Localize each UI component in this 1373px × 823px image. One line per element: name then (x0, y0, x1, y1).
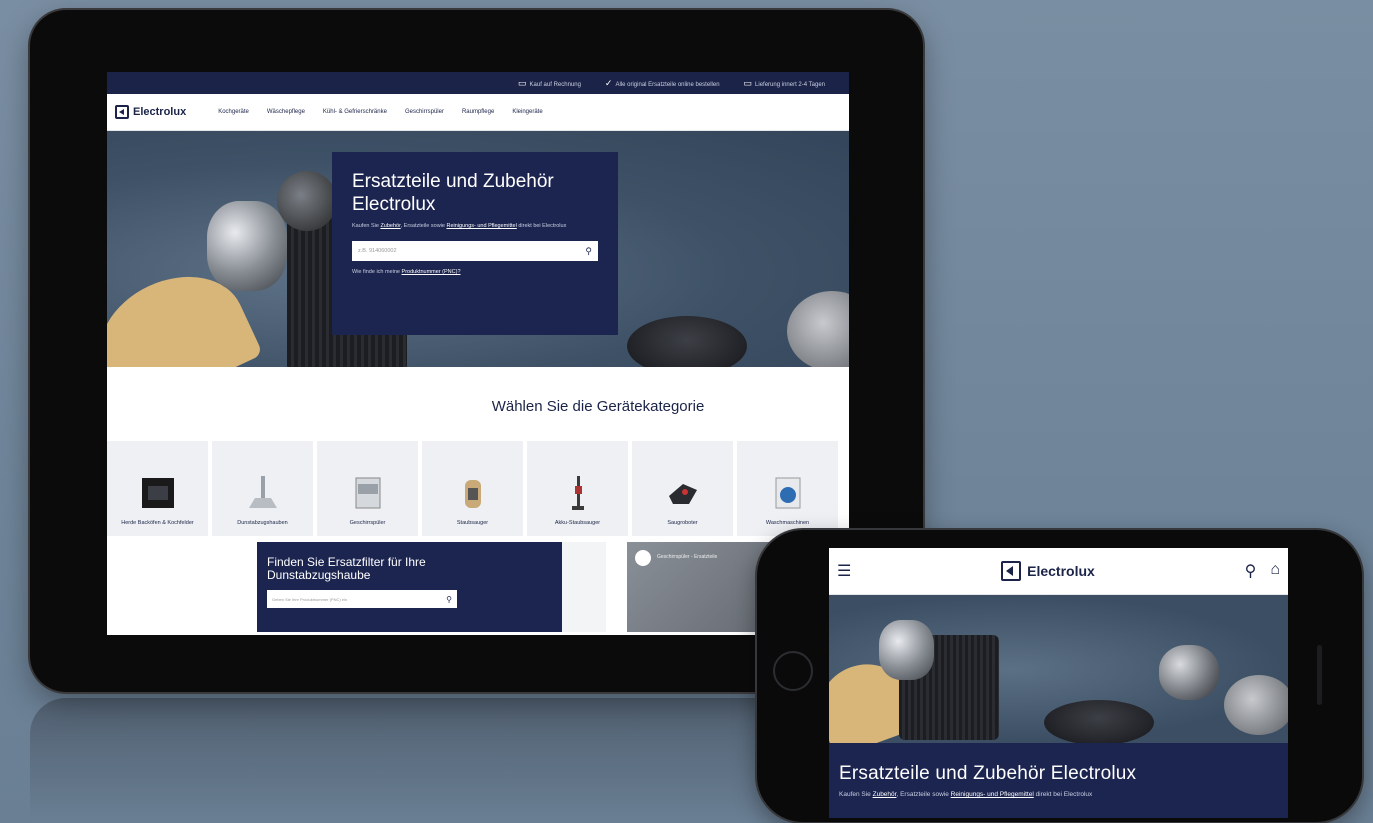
wok-image (787, 291, 849, 367)
electrolux-logo-icon (1001, 561, 1022, 581)
hero-subtitle: Kaufen Sie Zubehör, Ersatzteile sowie Re… (839, 791, 1093, 798)
speaker-grille (1317, 645, 1322, 705)
video-caption: Geschirrspüler - Ersatzteile (657, 554, 718, 560)
category-dunstabzug[interactable]: Dunstabzugshauben (212, 441, 313, 536)
phone-device: ☰ Electrolux ⚲ ⌂ Ersatzteile und Zubehör… (757, 530, 1362, 822)
dishwasher-icon (355, 477, 380, 509)
mobile-hero-image (829, 595, 1288, 743)
mobile-nav: ☰ Electrolux ⚲ ⌂ (829, 548, 1288, 595)
brand-logo[interactable]: Electrolux (115, 105, 186, 119)
mobile-hero-card: Ersatzteile und Zubehör Electrolux Kaufe… (829, 743, 1288, 818)
search-icon[interactable]: ⚲ (585, 246, 592, 257)
electrolux-logo-icon (635, 550, 651, 566)
robot-vacuum-icon (668, 484, 697, 504)
hero-banner: Ersatzteile und Zubehör Electrolux Kaufe… (107, 131, 849, 367)
washing-machine-icon (775, 477, 800, 509)
range-hood-icon (248, 476, 277, 508)
search-icon[interactable]: ⚲ (446, 595, 452, 604)
vacuum-icon (464, 480, 481, 508)
promo-row: Finden Sie Ersatzfilter für Ihre Dunstab… (107, 536, 849, 632)
category-akku-staubsauger[interactable]: Akku-Staubsauger (527, 441, 628, 536)
home-button (773, 651, 813, 691)
usp-delivery: ▭ Lieferung innert 2-4 Tagen (743, 77, 825, 88)
pnc-hint: Wie finde ich meine Produktnummer (PNC)? (352, 269, 461, 275)
link-pnc-help[interactable]: Produktnummer (PNC)? (402, 269, 461, 275)
category-heading: Wählen Sie die Gerätekategorie (491, 398, 705, 415)
pan-image (1044, 700, 1154, 743)
tablet-screen: ▭ Kauf auf Rechnung ✓ Alle original Ersatz… (107, 72, 849, 635)
hero-subtitle: Kaufen Sie Zubehör, Ersatzteile sowie Re… (352, 223, 567, 229)
pot-image (879, 620, 934, 680)
link-reinigungsmittel[interactable]: Reinigungs- und Pflegemittel (446, 223, 516, 229)
brand-logo[interactable]: Electrolux (1001, 561, 1095, 581)
pot-lid-image (277, 171, 337, 231)
pot-image (207, 201, 287, 291)
basket-icon[interactable]: ⌂ (1270, 561, 1280, 581)
hero-card: Ersatzteile und Zubehör Electrolux Kaufe… (332, 152, 618, 335)
nav-item-geschirrspueler[interactable]: Geschirrspüler (405, 109, 444, 115)
category-herde[interactable]: Herde Backöfen & Kochfelder (107, 441, 208, 536)
nav-item-kuehlschraenke[interactable]: Kühl- & Gefrierschränke (323, 109, 387, 115)
oven-icon (141, 478, 174, 508)
hero-title: Ersatzteile und Zubehör Electrolux (839, 763, 1137, 784)
hamburger-icon[interactable]: ☰ (837, 561, 851, 581)
checkmark-icon: ✓ (604, 77, 613, 88)
electrolux-logo-icon (115, 105, 129, 119)
wok-image (1224, 675, 1288, 735)
usp-topbar: ▭ Kauf auf Rechnung ✓ Alle original Ersatz… (107, 72, 849, 94)
invoice-icon: ▭ (518, 77, 527, 88)
category-saugroboter[interactable]: Saugroboter (632, 441, 733, 536)
usp-invoice: ▭ Kauf auf Rechnung (518, 77, 581, 88)
category-waschmaschinen[interactable]: Waschmaschinen (737, 441, 838, 536)
category-staubsauger[interactable]: Staubsauger (422, 441, 523, 536)
usp-original-parts: ✓ Alle original Ersatzteile online bestel… (604, 77, 720, 88)
category-list: Herde Backöfen & Kochfelder Dunstabzugsh… (107, 441, 849, 536)
nav-item-kochgeraete[interactable]: Kochgeräte (218, 109, 249, 115)
pot-image (1159, 645, 1219, 700)
pan-image (627, 316, 747, 367)
main-nav: Electrolux Kochgeräte Wäschepflege Kühl-… (107, 94, 849, 131)
part-search-input[interactable]: z.B. 914060002 ⚲ (352, 241, 598, 261)
mobile-nav-actions: ⚲ ⌂ (1245, 561, 1280, 581)
nav-item-waeschepflege[interactable]: Wäschepflege (267, 109, 305, 115)
link-zubehoer[interactable]: Zubehör (873, 791, 897, 798)
filter-product-image (562, 542, 606, 632)
search-icon[interactable]: ⚲ (1245, 561, 1257, 581)
nav-item-raumpflege[interactable]: Raumpflege (462, 109, 494, 115)
link-reinigungsmittel[interactable]: Reinigungs- und Pflegemittel (951, 791, 1034, 798)
delivery-icon: ▭ (743, 77, 753, 88)
nav-item-kleingeraete[interactable]: Kleingeräte (512, 109, 542, 115)
category-geschirrspueler[interactable]: Geschirrspüler (317, 441, 418, 536)
filter-finder-card: Finden Sie Ersatzfilter für Ihre Dunstab… (257, 542, 562, 632)
phone-screen: ☰ Electrolux ⚲ ⌂ Ersatzteile und Zubehör… (829, 548, 1288, 818)
filter-finder-title: Finden Sie Ersatzfilter für Ihre Dunstab… (267, 555, 426, 582)
hero-title: Ersatzteile und Zubehör Electrolux (352, 171, 554, 215)
filter-search-input[interactable]: Geben Sie Ihre Produktnummer (PNC) ein ⚲ (267, 590, 457, 608)
stick-vacuum-icon (571, 476, 584, 510)
link-zubehoer[interactable]: Zubehör (380, 223, 400, 229)
